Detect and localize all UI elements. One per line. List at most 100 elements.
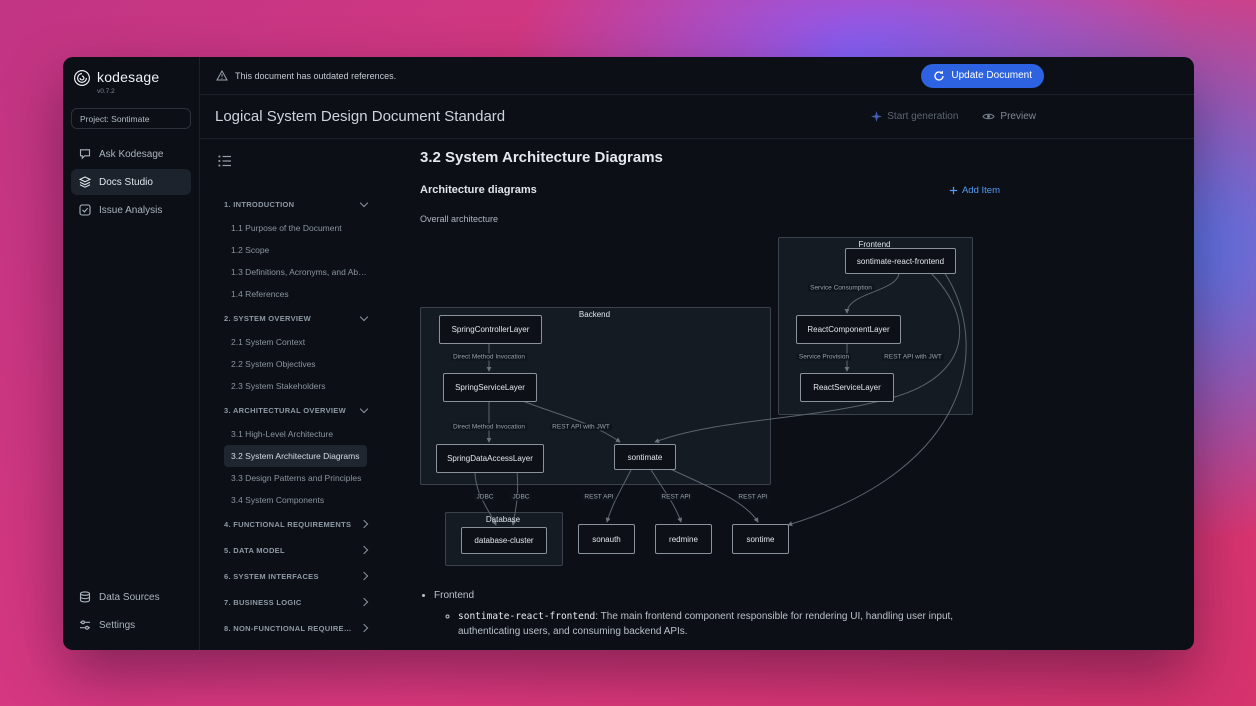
group-label-database: Database — [445, 515, 561, 524]
diagram-node-sonauth: sonauth — [578, 524, 635, 554]
outline-section-architectural-overview[interactable]: 3. ARCHITECTURAL OVERVIEW — [224, 397, 367, 423]
chevron-right-icon — [360, 520, 368, 528]
chevron-down-icon — [360, 313, 368, 321]
diagram-node-spring-data-access-layer: SpringDataAccessLayer — [436, 444, 544, 473]
outline-section-system-overview[interactable]: 2. SYSTEM OVERVIEW — [224, 305, 367, 331]
sidebar-item-label: Data Sources — [99, 592, 160, 603]
outline-section-business-logic[interactable]: 7. BUSINESS LOGIC — [224, 589, 367, 615]
app-name: kodesage — [97, 69, 159, 85]
code-term: sontimate-react-frontend — [458, 611, 595, 622]
sidebar: kodesage v0.7.2 Project: Sontimate Ask K… — [63, 57, 200, 650]
diagram-node-sontimate-react-frontend: sontimate-react-frontend — [845, 248, 956, 274]
document-title: Logical System Design Document Standard — [215, 108, 505, 125]
refresh-icon — [933, 70, 945, 82]
outline-item-3-4[interactable]: 3.4 System Components — [224, 489, 367, 511]
sidebar-item-label: Docs Studio — [99, 177, 153, 188]
sidebar-item-data-sources[interactable]: Data Sources — [71, 584, 191, 610]
outline-section-non-functional-requirements[interactable]: 8. NON-FUNCTIONAL REQUIREMENTS — [224, 615, 367, 641]
kodesage-logo-icon — [73, 69, 91, 87]
chat-icon — [79, 148, 91, 160]
outline-item-1-3[interactable]: 1.3 Definitions, Acronyms, and Abbreviat… — [224, 261, 367, 283]
document-header: Logical System Design Document Standard … — [200, 95, 1194, 139]
outline-section-label: 2. SYSTEM OVERVIEW — [224, 314, 355, 323]
outline-section-label: 1. INTRODUCTION — [224, 200, 355, 209]
warning-icon — [216, 70, 228, 81]
outline-item-1-4[interactable]: 1.4 References — [224, 283, 367, 305]
app-window: kodesage v0.7.2 Project: Sontimate Ask K… — [63, 57, 1194, 650]
diagram-node-react-component-layer: ReactComponentLayer — [796, 315, 901, 344]
outline-section-data-model[interactable]: 5. DATA MODEL — [224, 537, 367, 563]
outline-section-label: 9. SYSTEM RELIABILITY AND AVAILABILITY — [224, 650, 355, 651]
sidebar-item-settings[interactable]: Settings — [71, 612, 191, 638]
sidebar-spacer — [71, 223, 191, 572]
outline-section-label: 5. DATA MODEL — [224, 546, 355, 555]
diagram-node-spring-controller-layer: SpringControllerLayer — [439, 315, 542, 344]
chevron-right-icon — [360, 572, 368, 580]
outline-item-1-2[interactable]: 1.2 Scope — [224, 239, 367, 261]
project-selector[interactable]: Project: Sontimate — [71, 108, 191, 129]
outline-section-system-reliability[interactable]: 9. SYSTEM RELIABILITY AND AVAILABILITY — [224, 641, 367, 650]
outline-item-3-2[interactable]: 3.2 System Architecture Diagrams — [224, 445, 367, 467]
generate-sparkle-icon — [871, 111, 882, 122]
sidebar-item-label: Issue Analysis — [99, 205, 162, 216]
edge-label: REST API — [659, 494, 692, 501]
diagram-node-sontime: sontime — [732, 524, 789, 554]
chevron-down-icon — [360, 199, 368, 207]
chevron-right-icon — [360, 598, 368, 606]
outline-section-label: 6. SYSTEM INTERFACES — [224, 572, 355, 581]
outline-section-system-interfaces[interactable]: 6. SYSTEM INTERFACES — [224, 563, 367, 589]
database-icon — [79, 591, 91, 603]
figure-caption: Overall architecture — [420, 214, 1194, 224]
toc-list-icon[interactable] — [218, 155, 390, 167]
document-content: 3.2 System Architecture Diagrams Archite… — [390, 139, 1194, 650]
main-area: This document has outdated references. U… — [200, 57, 1194, 650]
outline-section-introduction[interactable]: 1. INTRODUCTION — [224, 191, 367, 217]
layers-icon — [79, 176, 91, 188]
subsection-heading: Architecture diagrams — [420, 184, 537, 196]
start-generation-button[interactable]: Start generation — [871, 111, 958, 122]
sidebar-item-label: Settings — [99, 620, 135, 631]
add-item-label: Add Item — [962, 185, 1000, 196]
task-check-icon — [79, 204, 91, 216]
document-outline: 1. INTRODUCTION 1.1 Purpose of the Docum… — [200, 139, 390, 650]
sidebar-item-issue-analysis[interactable]: Issue Analysis — [71, 197, 191, 223]
outline-item-1-1[interactable]: 1.1 Purpose of the Document — [224, 217, 367, 239]
chevron-right-icon — [360, 546, 368, 554]
add-item-button[interactable]: Add Item — [949, 185, 1000, 196]
edge-label: Service Provision — [797, 354, 851, 361]
edge-label: JDBC — [511, 494, 532, 501]
outline-section-functional-requirements[interactable]: 4. FUNCTIONAL REQUIREMENTS — [224, 511, 367, 537]
preview-button[interactable]: Preview — [982, 111, 1036, 122]
app-version: v0.7.2 — [97, 88, 159, 95]
diagram-node-redmine: redmine — [655, 524, 712, 554]
sidebar-item-docs-studio[interactable]: Docs Studio — [71, 169, 191, 195]
diagram-node-react-service-layer: ReactServiceLayer — [800, 373, 894, 402]
update-document-button[interactable]: Update Document — [921, 64, 1044, 88]
edge-label: REST API with JWT — [882, 354, 944, 361]
sidebar-item-ask-kodesage[interactable]: Ask Kodesage — [71, 141, 191, 167]
preview-label: Preview — [1000, 111, 1036, 122]
architecture-diagram: Frontend Backend Database — [420, 236, 975, 566]
diagram-node-sontimate: sontimate — [614, 444, 676, 470]
outline-item-3-3[interactable]: 3.3 Design Patterns and Principles — [224, 467, 367, 489]
chevron-right-icon — [360, 624, 368, 632]
outline-section-label: 3. ARCHITECTURAL OVERVIEW — [224, 406, 355, 415]
diagram-node-spring-service-layer: SpringServiceLayer — [443, 373, 537, 402]
bullet-frontend: Frontend sontimate-react-frontend: The m… — [434, 588, 979, 639]
outline-item-3-1[interactable]: 3.1 High-Level Architecture — [224, 423, 367, 445]
edge-label: Direct Method Invocation — [451, 354, 527, 361]
app-logo-block: kodesage v0.7.2 — [71, 69, 191, 95]
warning-text: This document has outdated references. — [235, 71, 396, 81]
bullet-frontend-description: sontimate-react-frontend: The main front… — [458, 609, 979, 639]
edge-label: REST API — [736, 494, 769, 501]
edge-label: REST API — [582, 494, 615, 501]
section-heading: 3.2 System Architecture Diagrams — [420, 149, 1194, 166]
outline-item-2-2[interactable]: 2.2 System Objectives — [224, 353, 367, 375]
chevron-down-icon — [360, 405, 368, 413]
sidebar-footer-nav: Data Sources Settings — [71, 584, 191, 638]
sidebar-item-label: Ask Kodesage — [99, 149, 164, 160]
outline-item-2-3[interactable]: 2.3 System Stakeholders — [224, 375, 367, 397]
outline-item-2-1[interactable]: 2.1 System Context — [224, 331, 367, 353]
diagram-node-database-cluster: database-cluster — [461, 527, 547, 554]
start-generation-label: Start generation — [887, 111, 958, 122]
